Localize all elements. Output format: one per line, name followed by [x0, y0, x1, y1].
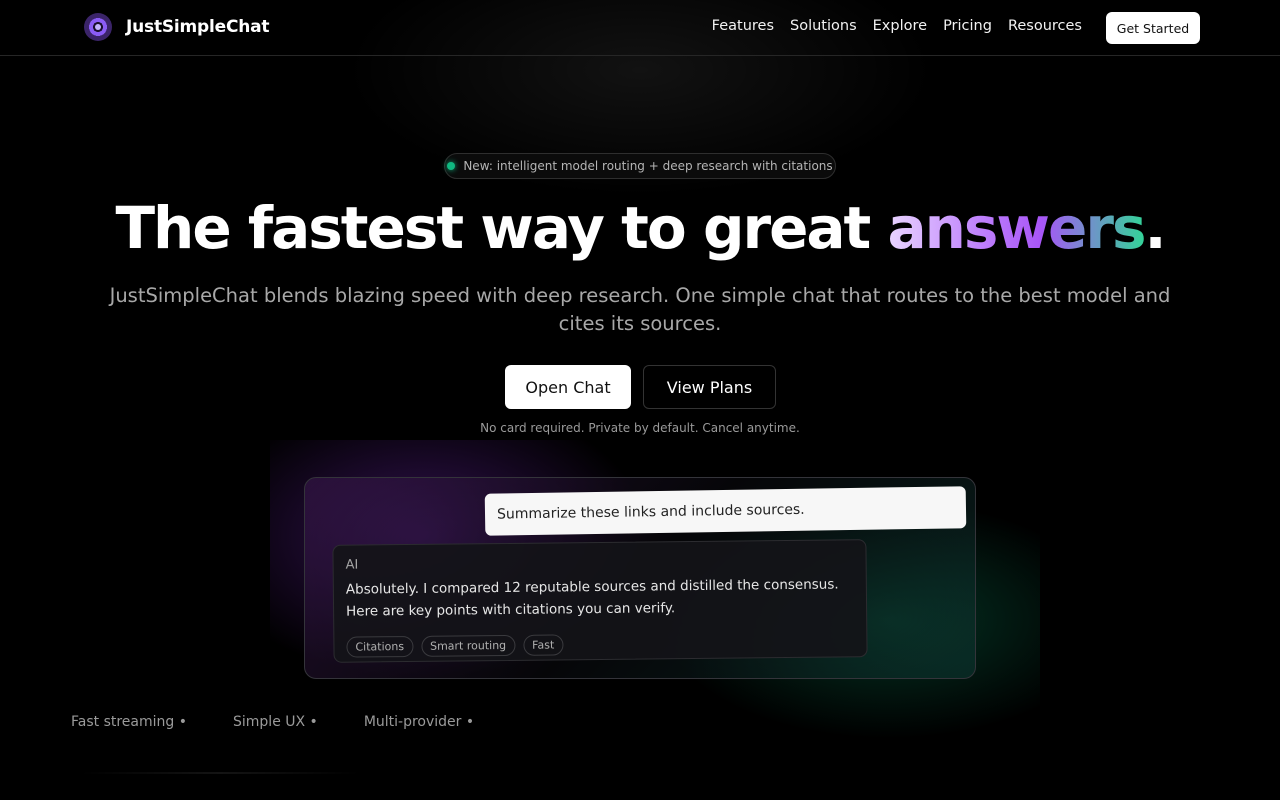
nav-link-solutions[interactable]: Solutions — [790, 18, 857, 34]
ticker-item: Fast streaming • — [71, 714, 187, 730]
feature-tags: Citations Smart routing Fast — [346, 631, 854, 658]
feature-ticker: Fast streaming • Simple UX • Multi-provi… — [71, 714, 474, 730]
headline-prefix: The fastest way to great — [115, 194, 888, 262]
ai-label: AI — [345, 557, 359, 573]
user-message-bubble: Summarize these links and include source… — [484, 486, 967, 536]
open-chat-button[interactable]: Open Chat — [505, 365, 631, 409]
user-message-text: Summarize these links and include source… — [496, 501, 805, 523]
nav-link-features[interactable]: Features — [712, 18, 774, 34]
status-dot-icon — [447, 162, 456, 170]
tag-fast: Fast — [523, 634, 564, 656]
ticker-item: Simple UX • — [233, 714, 318, 730]
view-plans-button[interactable]: View Plans — [643, 365, 776, 409]
top-nav: JustSimpleChat Features Solutions Explor… — [0, 0, 1280, 56]
announcement-badge[interactable]: New: intelligent model routing + deep re… — [444, 153, 836, 179]
brand[interactable]: JustSimpleChat — [84, 13, 270, 41]
nav-link-pricing[interactable]: Pricing — [943, 18, 992, 34]
hero-headline: The fastest way to great answers. — [0, 192, 1280, 264]
nav-link-explore[interactable]: Explore — [873, 18, 927, 34]
tag-citations: Citations — [346, 635, 414, 658]
divider — [80, 772, 360, 774]
brand-logo-icon — [84, 13, 112, 41]
headline-suffix: . — [1144, 194, 1166, 262]
tag-smart-routing: Smart routing — [420, 634, 516, 657]
hero-subheadline: JustSimpleChat blends blazing speed with… — [109, 284, 1171, 335]
ai-response-card: AI Absolutely. I compared 12 reputable s… — [332, 539, 868, 663]
ai-response-text: Absolutely. I compared 12 reputable sour… — [345, 576, 839, 620]
headline-highlight: answers — [887, 194, 1146, 262]
announcement-text: New: intelligent model routing + deep re… — [463, 159, 833, 173]
get-started-button[interactable]: Get Started — [1106, 12, 1200, 44]
landing-page: JustSimpleChat Features Solutions Explor… — [0, 0, 1280, 800]
brand-name: JustSimpleChat — [126, 17, 270, 37]
nav-links: Features Solutions Explore Pricing Resou… — [712, 18, 1082, 34]
hero-note: No card required. Private by default. Ca… — [480, 421, 800, 435]
nav-link-resources[interactable]: Resources — [1008, 18, 1082, 34]
ticker-item: Multi-provider • — [363, 714, 475, 730]
